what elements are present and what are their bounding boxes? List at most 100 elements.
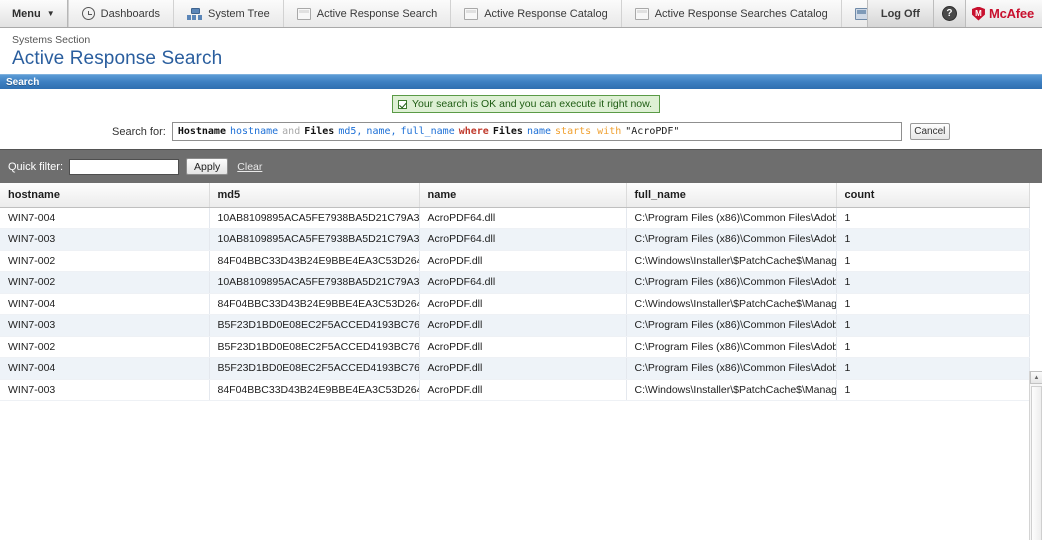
screen-icon	[635, 8, 649, 20]
column-header-count[interactable]: count	[836, 183, 1029, 207]
search-section-label: Search	[6, 77, 39, 88]
table-header-row: hostname md5 name full_name count	[0, 183, 1029, 207]
checkbox-check-icon	[398, 100, 407, 109]
nav-right-group: Log Off ? McAfee	[867, 0, 1042, 27]
cell-hostname: WIN7-003	[0, 315, 209, 337]
question-mark-icon: ?	[942, 6, 957, 21]
monitor-icon	[855, 8, 867, 20]
help-button[interactable]: ?	[934, 0, 965, 27]
screen-icon	[464, 8, 478, 20]
cell-name: AcroPDF.dll	[419, 379, 626, 401]
scroll-up-arrow-icon[interactable]: ▲	[1030, 371, 1042, 384]
cell-hostname: WIN7-002	[0, 336, 209, 358]
clear-link[interactable]: Clear	[237, 161, 262, 173]
cell-count: 1	[836, 336, 1029, 358]
quick-filter-bar: Quick filter: Apply Clear	[0, 149, 1042, 183]
nav-tab-list: Dashboards System Tree Active Response S…	[68, 0, 867, 27]
nav-tab-label: System Tree	[208, 8, 270, 20]
table-row[interactable]: WIN7-00484F04BBC33D43B24E9BBE4EA3C53D264…	[0, 293, 1029, 315]
status-row: Your search is OK and you can execute it…	[0, 95, 1042, 113]
cell-hostname: WIN7-002	[0, 272, 209, 294]
system-tree-icon	[187, 8, 202, 20]
search-for-label: Search for:	[112, 126, 166, 138]
nav-tab-label: Active Response Searches Catalog	[655, 8, 828, 20]
clock-icon	[82, 7, 95, 20]
table-row[interactable]: WIN7-00310AB8109895ACA5FE7938BA5D21C79A3…	[0, 229, 1029, 251]
table-row[interactable]: WIN7-003B5F23D1BD0E08EC2F5ACCED4193BC764…	[0, 315, 1029, 337]
table-row[interactable]: WIN7-004B5F23D1BD0E08EC2F5ACCED4193BC764…	[0, 358, 1029, 380]
status-badge-label: Your search is OK and you can execute it…	[412, 98, 652, 110]
cell-md5: 84F04BBC33D43B24E9BBE4EA3C53D264	[209, 379, 419, 401]
cell-hostname: WIN7-004	[0, 358, 209, 380]
search-section-bar: Search	[0, 74, 1042, 89]
cell-full-name: C:\Program Files (x86)\Common Files\Adob…	[626, 207, 836, 229]
cell-hostname: WIN7-003	[0, 379, 209, 401]
cell-hostname: WIN7-002	[0, 250, 209, 272]
vertical-scrollbar[interactable]: ▲ ▼	[1029, 371, 1042, 540]
column-header-name[interactable]: name	[419, 183, 626, 207]
search-query-input[interactable]: HostnamehostnameandFilesmd5,name,full_na…	[172, 122, 902, 141]
cell-full-name: C:\Program Files (x86)\Common Files\Adob…	[626, 229, 836, 251]
column-header-hostname[interactable]: hostname	[0, 183, 209, 207]
cell-name: AcroPDF.dll	[419, 250, 626, 272]
query-token-field: name,	[366, 126, 396, 137]
top-navigation-bar: Menu ▼ Dashboards System Tree Active Res…	[0, 0, 1042, 28]
query-token-field: name	[527, 126, 551, 137]
nav-tab-threat-event-log[interactable]: Threat Event Log	[842, 0, 867, 27]
cell-count: 1	[836, 379, 1029, 401]
cell-md5: B5F23D1BD0E08EC2F5ACCED4193BC764	[209, 315, 419, 337]
cell-count: 1	[836, 229, 1029, 251]
status-badge: Your search is OK and you can execute it…	[392, 95, 660, 113]
vertical-scroll-thumb[interactable]	[1031, 386, 1042, 540]
nav-tab-active-response-search[interactable]: Active Response Search	[284, 0, 451, 27]
cell-count: 1	[836, 358, 1029, 380]
column-header-full-name[interactable]: full_name	[626, 183, 836, 207]
query-token-kw: where	[459, 126, 489, 137]
cell-full-name: C:\Windows\Installer\$PatchCache$\Manage…	[626, 379, 836, 401]
cell-name: AcroPDF.dll	[419, 315, 626, 337]
query-token-field: md5,	[338, 126, 362, 137]
nav-tab-active-response-catalog[interactable]: Active Response Catalog	[451, 0, 622, 27]
results-empty-area	[0, 401, 1042, 540]
cell-full-name: C:\Program Files (x86)\Common Files\Adob…	[626, 358, 836, 380]
cell-md5: 84F04BBC33D43B24E9BBE4EA3C53D264	[209, 250, 419, 272]
cell-count: 1	[836, 315, 1029, 337]
cell-name: AcroPDF64.dll	[419, 272, 626, 294]
page-title: Active Response Search	[12, 48, 1042, 70]
cell-full-name: C:\Program Files (x86)\Common Files\Adob…	[626, 315, 836, 337]
table-row[interactable]: WIN7-00384F04BBC33D43B24E9BBE4EA3C53D264…	[0, 379, 1029, 401]
query-token-field: hostname	[230, 126, 278, 137]
table-row[interactable]: WIN7-002B5F23D1BD0E08EC2F5ACCED4193BC764…	[0, 336, 1029, 358]
active-response-search-page: Menu ▼ Dashboards System Tree Active Res…	[0, 0, 1042, 540]
nav-tab-label: Active Response Catalog	[484, 8, 608, 20]
page-header: Systems Section Active Response Search	[0, 28, 1042, 74]
cancel-button[interactable]: Cancel	[910, 123, 950, 140]
cell-full-name: C:\Program Files (x86)\Common Files\Adob…	[626, 336, 836, 358]
nav-tab-dashboards[interactable]: Dashboards	[68, 0, 174, 27]
table-row[interactable]: WIN7-00410AB8109895ACA5FE7938BA5D21C79A3…	[0, 207, 1029, 229]
results-table-head: hostname md5 name full_name count	[0, 183, 1029, 207]
cell-name: AcroPDF64.dll	[419, 229, 626, 251]
cell-name: AcroPDF.dll	[419, 336, 626, 358]
search-panel: Your search is OK and you can execute it…	[0, 89, 1042, 149]
breadcrumb: Systems Section	[12, 34, 1042, 46]
results-table-wrapper: hostname md5 name full_name count WIN7-0…	[0, 183, 1042, 540]
menu-button[interactable]: Menu ▼	[0, 0, 68, 27]
query-token-entity: Files	[304, 126, 334, 137]
quick-filter-input[interactable]	[69, 159, 179, 175]
nav-tab-active-response-searches-catalog[interactable]: Active Response Searches Catalog	[622, 0, 842, 27]
cell-md5: B5F23D1BD0E08EC2F5ACCED4193BC764	[209, 358, 419, 380]
results-table-body: WIN7-004 10AB8109895ACA5FE7938BA5D21C79A3…	[0, 207, 1029, 401]
table-row[interactable]: WIN7-00210AB8109895ACA5FE7938BA5D21C79A3…	[0, 272, 1029, 294]
log-off-button[interactable]: Log Off	[867, 0, 934, 27]
column-header-md5[interactable]: md5	[209, 183, 419, 207]
apply-button[interactable]: Apply	[186, 158, 228, 175]
cell-full-name: C:\Program Files (x86)\Common Files\Adob…	[626, 272, 836, 294]
table-row[interactable]: WIN7-00284F04BBC33D43B24E9BBE4EA3C53D264…	[0, 250, 1029, 272]
mcafee-logo: McAfee	[965, 0, 1042, 27]
query-token-op: starts with	[555, 126, 621, 137]
brand-label: McAfee	[989, 6, 1034, 21]
nav-tab-system-tree[interactable]: System Tree	[174, 0, 284, 27]
cell-md5: 10AB8109895ACA5FE7938BA5D21C79A3	[209, 207, 419, 229]
nav-tab-label: Dashboards	[101, 8, 160, 20]
